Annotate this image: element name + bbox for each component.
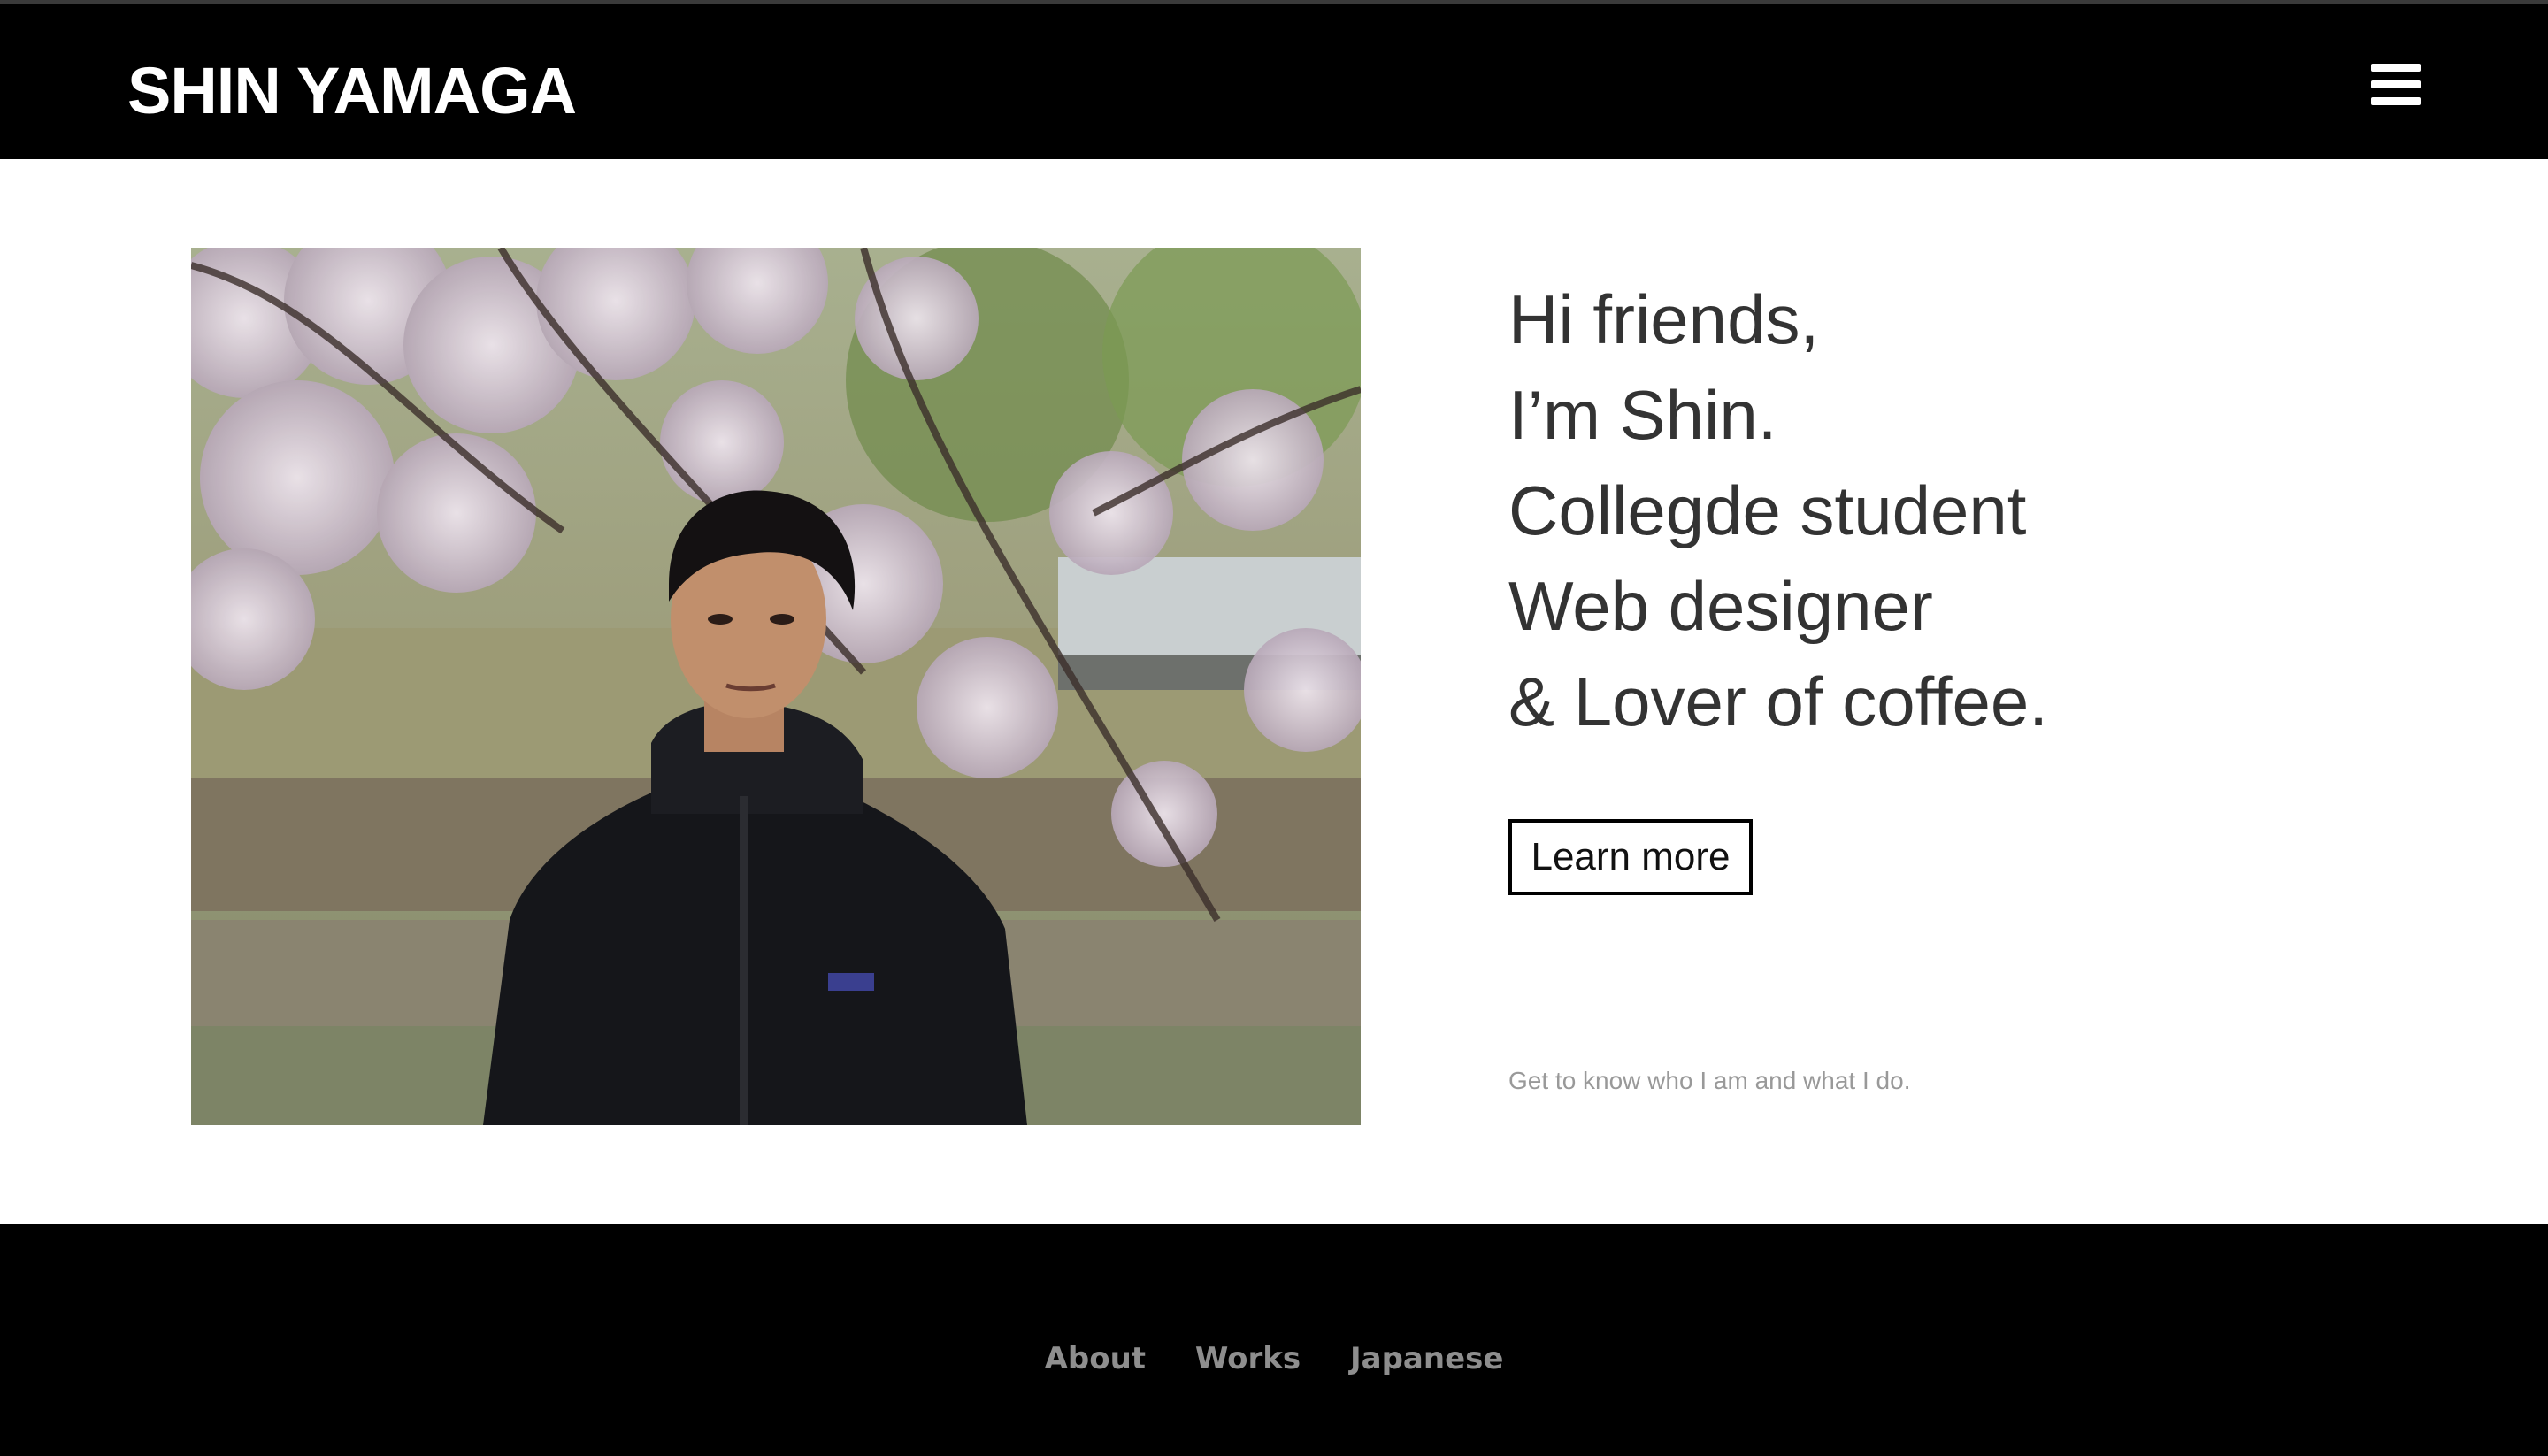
intro-line: Collegde student (1508, 471, 2027, 549)
intro-line: Web designer (1508, 567, 1933, 645)
footer-link-about[interactable]: About (1045, 1341, 1146, 1376)
site-header: SHIN YAMAGA (0, 4, 2548, 159)
menu-bar (2371, 97, 2421, 105)
footer-link-japanese[interactable]: Japanese (1350, 1341, 1503, 1376)
intro-text: Hi friends, I’m Shin. Collegde student W… (1508, 272, 2393, 749)
intro-line: & Lover of coffee. (1508, 663, 2048, 740)
menu-bar (2371, 80, 2421, 88)
menu-bar (2371, 64, 2421, 72)
hero-section: Hi friends, I’m Shin. Collegde student W… (0, 159, 2548, 1224)
learn-more-button[interactable]: Learn more (1508, 819, 1753, 895)
hamburger-menu-icon[interactable] (2371, 62, 2421, 108)
learn-more-caption: Get to know who I am and what I do. (1508, 1067, 1911, 1094)
site-footer: About Works Japanese (0, 1224, 2548, 1456)
intro-line: I’m Shin. (1508, 376, 1777, 454)
portrait-illustration (191, 248, 1361, 1125)
portrait-photo (191, 248, 1361, 1125)
footer-link-works[interactable]: Works (1195, 1341, 1301, 1376)
site-title[interactable]: SHIN YAMAGA (127, 58, 577, 124)
intro-line: Hi friends, (1508, 280, 1820, 358)
footer-nav: About Works Japanese (0, 1341, 2548, 1376)
